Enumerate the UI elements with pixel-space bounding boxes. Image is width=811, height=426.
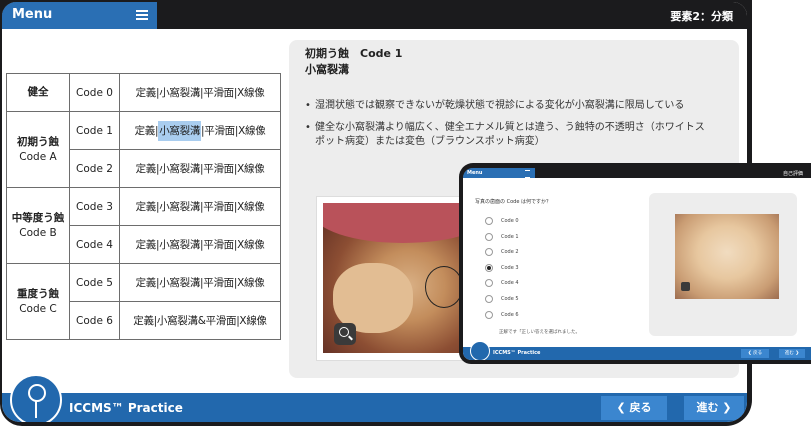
panel-title: 初期う蝕 Code 1 小窩裂溝 <box>305 46 402 78</box>
mini-section-title: 自己評価 <box>782 171 803 177</box>
mini-menu-label: Menu <box>467 170 483 176</box>
mini-bottom-bar: ICCMS™ Practice ❮ 戻る 進む ❯ <box>463 347 811 360</box>
mini-back-button[interactable]: ❮ 戻る <box>741 349 769 358</box>
menu-label: Menu <box>12 7 53 22</box>
category-name: 健全 <box>27 86 49 98</box>
radio-icon[interactable] <box>485 232 493 241</box>
code-cell: Code 6 <box>69 301 120 340</box>
methods-cell[interactable]: 定義|小窩裂溝|平滑面|X線像 <box>119 263 281 302</box>
category-cell: 初期う蝕 Code A <box>6 111 70 188</box>
code-cell: Code 1 <box>69 111 120 150</box>
mini-menu-button[interactable]: Menu <box>463 168 535 178</box>
tooth-photo-card <box>316 196 473 361</box>
radio-icon[interactable] <box>485 310 493 319</box>
list-item: 湿潤状態では観察できないが乾燥状態で視診による変化が小窩裂溝に限局している <box>303 99 713 113</box>
method-text[interactable]: |平滑面|X線像 <box>201 125 266 137</box>
table-row: 重度う蝕 Code C Code 5 定義|小窩裂溝|平滑面|X線像 <box>6 263 281 340</box>
method-highlight[interactable]: 小窩裂溝 <box>158 121 202 141</box>
radio-icon[interactable] <box>485 217 493 225</box>
radio-icon[interactable] <box>485 279 493 288</box>
option-label: Code 4 <box>501 280 519 287</box>
option-code-6[interactable]: Code 6 <box>485 310 519 327</box>
radio-icon[interactable] <box>485 294 493 303</box>
code-cell: Code 2 <box>69 149 120 188</box>
table-row: 健全 Code 0 定義|小窩裂溝|平滑面|X線像 <box>6 73 281 112</box>
option-label: Code 6 <box>501 311 519 318</box>
mini-next-button[interactable]: 進む ❯ <box>779 349 805 358</box>
mini-options: Code 0 Code 1 Code 2 Code 3 Code 4 Code … <box>485 217 519 326</box>
mini-feedback: 正解です「正しい答えを選ばれました。 <box>499 330 580 335</box>
category-code: Code B <box>19 226 57 239</box>
mini-image-panel <box>649 193 797 336</box>
definition-list: 湿潤状態では観察できないが乾燥状態で視診による変化が小窩裂溝に限局している 健全… <box>303 99 713 157</box>
panel-title-line2: 小窩裂溝 <box>305 63 349 76</box>
code-cell: Code 0 <box>69 73 120 112</box>
method-text[interactable]: 定義|小窩裂溝|平滑面|X線像 <box>136 163 265 175</box>
hamburger-icon[interactable] <box>136 8 148 22</box>
method-text[interactable]: 定義|小窩裂溝&平滑面|X線像 <box>133 315 267 327</box>
mini-app-name: ICCMS™ Practice <box>493 350 541 356</box>
method-text[interactable]: 定義| <box>135 125 159 137</box>
methods-cell[interactable]: 定義|小窩裂溝|平滑面|X線像 <box>119 73 281 112</box>
option-code-2[interactable]: Code 2 <box>485 248 519 264</box>
radio-icon[interactable] <box>485 248 493 257</box>
bottom-bar: ICCMS™ Practice ❮ 戻る 進む ❯ <box>2 393 747 422</box>
option-label: Code 0 <box>501 218 519 224</box>
classification-table: 健全 Code 0 定義|小窩裂溝|平滑面|X線像 初期う蝕 Code A Co… <box>6 73 281 340</box>
methods-cell[interactable]: 定義|小窩裂溝|平滑面|X線像 <box>119 149 281 188</box>
table-row: 中等度う蝕 Code B Code 3 定義|小窩裂溝|平滑面|X線像 <box>6 187 281 264</box>
option-label: Code 2 <box>501 249 519 256</box>
code-cell: Code 4 <box>69 225 120 264</box>
category-cell: 健全 <box>6 73 70 112</box>
method-text[interactable]: 定義|小窩裂溝|平滑面|X線像 <box>136 87 265 99</box>
method-text[interactable]: 定義|小窩裂溝|平滑面|X線像 <box>136 277 265 289</box>
menu-button[interactable]: Menu <box>2 2 157 29</box>
mini-screen: Menu 自己評価 写真の歯面の Code は何ですか？ Code 0 Code… <box>463 168 811 360</box>
option-label: Code 1 <box>501 233 519 240</box>
self-assessment-preview: Menu 自己評価 写真の歯面の Code は何ですか？ Code 0 Code… <box>459 163 811 364</box>
option-code-0[interactable]: Code 0 <box>485 217 519 233</box>
option-code-1[interactable]: Code 1 <box>485 232 519 249</box>
option-label: Code 3 <box>501 264 519 271</box>
dental-mirror-logo-icon <box>10 374 62 422</box>
lesion-circle <box>425 266 463 308</box>
section-title: 要素2：分類 <box>670 10 733 23</box>
mini-top-bar: Menu 自己評価 <box>463 168 811 178</box>
radio-selected-icon[interactable] <box>485 263 493 272</box>
category-name: 中等度う蝕 <box>11 211 65 224</box>
option-label: Code 5 <box>501 295 519 302</box>
code-cell: Code 3 <box>69 187 120 226</box>
list-item: 健全な小窩裂溝より幅広く、健全エナメル質とは違う、う蝕特の不透明さ（ホワイトスポ… <box>303 121 713 149</box>
category-code: Code C <box>19 302 57 315</box>
gum-shape <box>323 203 466 243</box>
category-code: Code A <box>19 150 57 163</box>
mini-zoom-icon[interactable] <box>681 282 690 291</box>
category-cell: 重度う蝕 Code C <box>6 263 70 340</box>
mini-logo-icon <box>470 341 490 360</box>
category-cell: 中等度う蝕 Code B <box>6 187 70 264</box>
zoom-icon[interactable] <box>334 323 356 345</box>
panel-title-line1: 初期う蝕 Code 1 <box>305 47 403 60</box>
methods-cell[interactable]: 定義|小窩裂溝&平滑面|X線像 <box>119 301 281 340</box>
back-button[interactable]: ❮ 戻る <box>601 396 667 420</box>
mini-tooth-photo <box>675 214 779 299</box>
table-row: 初期う蝕 Code A Code 1 定義|小窩裂溝|平滑面|X線像 <box>6 111 281 188</box>
method-text[interactable]: 定義|小窩裂溝|平滑面|X線像 <box>136 201 265 213</box>
option-code-4[interactable]: Code 4 <box>485 279 519 295</box>
next-button[interactable]: 進む ❯ <box>684 396 744 420</box>
option-code-3[interactable]: Code 3 <box>485 263 519 280</box>
app-name: ICCMS™ Practice <box>69 401 183 415</box>
mini-question: 写真の歯面の Code は何ですか？ <box>475 199 551 205</box>
methods-cell[interactable]: 定義|小窩裂溝|平滑面|X線像 <box>119 225 281 264</box>
method-text[interactable]: 定義|小窩裂溝|平滑面|X線像 <box>136 239 265 251</box>
methods-cell[interactable]: 定義|小窩裂溝|平滑面|X線像 <box>119 111 281 150</box>
code-cell: Code 5 <box>69 263 120 302</box>
option-code-5[interactable]: Code 5 <box>485 294 519 311</box>
mini-hamburger-icon[interactable] <box>525 170 530 178</box>
methods-cell[interactable]: 定義|小窩裂溝|平滑面|X線像 <box>119 187 281 226</box>
top-bar: Menu 要素2：分類 <box>2 2 747 29</box>
category-name: 初期う蝕 <box>17 135 59 148</box>
category-name: 重度う蝕 <box>17 287 59 300</box>
